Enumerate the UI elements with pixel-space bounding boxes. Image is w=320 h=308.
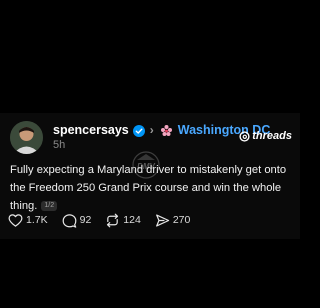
share-button[interactable]: 270: [155, 213, 191, 228]
threads-post-card: spencersays › Washington DC 5h threads D…: [0, 113, 300, 239]
brand-name: threads: [252, 130, 292, 142]
comment-icon: [62, 213, 76, 228]
threads-logo-icon: [239, 130, 250, 142]
post-header: spencersays › Washington DC: [53, 122, 270, 138]
avatar[interactable]: [10, 121, 43, 154]
post-text: Fully expecting a Maryland driver to mis…: [10, 161, 294, 215]
dc-flower-icon: [160, 124, 173, 137]
repost-button[interactable]: 124: [105, 213, 141, 228]
verified-badge-icon: [132, 124, 145, 137]
share-count: 270: [172, 214, 191, 226]
chevron-right-icon: ›: [149, 123, 154, 137]
page-indicator: 1/2: [41, 201, 58, 211]
post-time: 5h: [53, 139, 66, 151]
comment-button[interactable]: 92: [62, 213, 92, 228]
repost-icon: [107, 213, 119, 227]
repost-count: 124: [123, 214, 141, 226]
heart-icon: [8, 213, 23, 227]
post-actions: 1.7K 92 124 270: [8, 211, 204, 229]
threads-brand: threads: [239, 130, 292, 142]
like-button[interactable]: 1.7K: [8, 213, 48, 228]
username[interactable]: spencersays: [53, 123, 129, 137]
like-count: 1.7K: [26, 214, 48, 226]
comment-count: 92: [79, 214, 92, 226]
send-icon: [155, 213, 170, 227]
